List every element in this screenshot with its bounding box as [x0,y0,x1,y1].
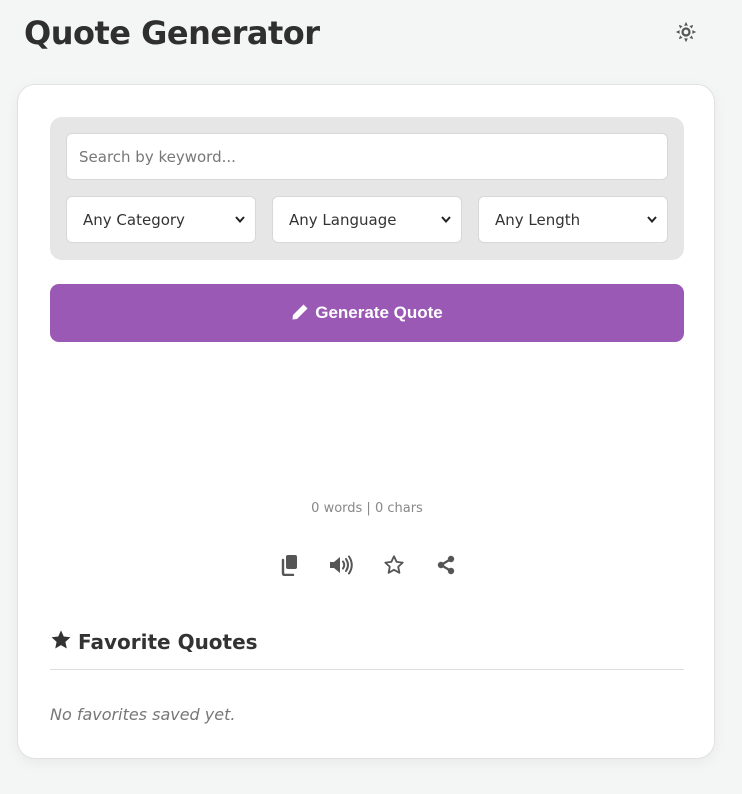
language-select[interactable]: Any Language [272,196,462,243]
filter-panel: Any Category Any Language Any Length [50,117,684,260]
favorites-empty-message: No favorites saved yet. [50,705,236,724]
favorites-divider [50,669,684,670]
speak-button[interactable] [328,553,356,581]
quote-display [50,360,684,490]
language-select-value: Any Language [289,210,397,229]
favorites-title: Favorite Quotes [78,630,258,654]
chevron-down-icon [441,215,451,225]
length-select[interactable]: Any Length [478,196,668,243]
generate-quote-button[interactable]: Generate Quote [50,284,684,342]
theme-toggle-button[interactable] [672,20,700,48]
length-select-value: Any Length [495,210,581,229]
sun-icon [675,21,697,47]
page-title: Quote Generator [24,14,320,52]
generate-quote-label: Generate Quote [315,303,443,322]
app-header: Quote Generator [0,0,742,70]
chevron-down-icon [647,215,657,225]
favorite-button[interactable] [380,553,408,581]
speaker-icon [329,555,355,579]
copy-button[interactable] [276,553,304,581]
quote-card: Any Category Any Language Any Length Gen… [17,84,715,759]
chevron-down-icon [235,215,245,225]
pencil-icon [291,303,309,324]
copy-icon [280,554,300,580]
star-icon [50,629,72,655]
category-select[interactable]: Any Category [66,196,256,243]
favorites-heading: Favorite Quotes [50,629,258,655]
share-icon [436,555,456,579]
search-input[interactable] [66,133,668,180]
category-select-value: Any Category [83,210,185,229]
star-outline-icon [383,554,405,580]
word-char-counter: 0 words | 0 chars [311,501,423,516]
share-button[interactable] [432,553,460,581]
quote-actions [276,552,460,582]
